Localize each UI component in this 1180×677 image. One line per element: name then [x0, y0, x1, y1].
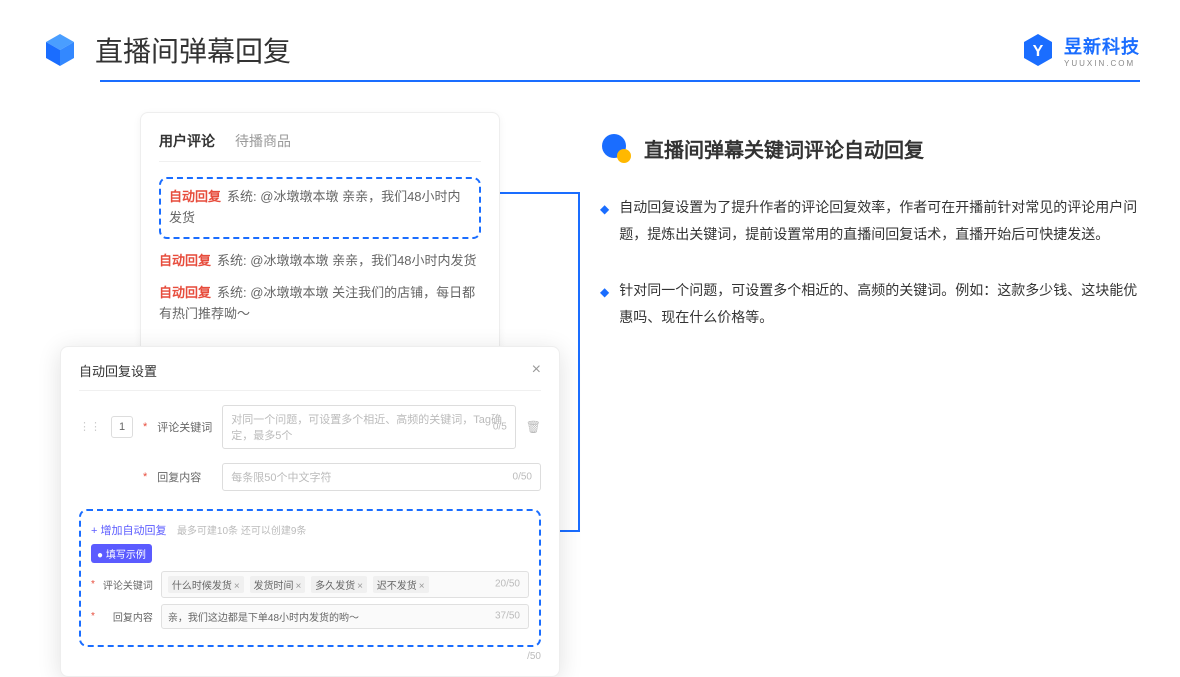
ex-content-label: 回复内容	[103, 609, 153, 624]
header-left: 直播间弹幕回复	[40, 30, 291, 70]
settings-title: 自动回复设置	[79, 361, 157, 380]
example-highlight-box: + 增加自动回复 最多可建10条 还可以创建9条 ● 填写示例 * 评论关键词 …	[79, 509, 541, 647]
ex-content-text: 亲，我们这边都是下单48小时内发货的哟～	[168, 613, 359, 624]
brand-logo: Y 昱新科技 YUUXIN.COM	[1020, 32, 1140, 68]
bullet-item: ◆ 针对同一个问题，可设置多个相近的、高频的关键词。例如：这款多少钱、这块能优惠…	[600, 277, 1140, 330]
tag-remove-icon[interactable]: ×	[296, 581, 302, 592]
auto-reply-badge: 自动回复	[159, 285, 211, 300]
required-mark: *	[143, 471, 147, 483]
tab-pending-goods[interactable]: 待播商品	[235, 131, 291, 151]
settings-header: 自动回复设置 ×	[79, 361, 541, 391]
content-input-wrap: 每条限50个中文字符 0/50	[222, 463, 541, 491]
content-row: * 回复内容 每条限50个中文字符 0/50	[79, 463, 541, 491]
required-mark: *	[91, 579, 95, 590]
keyword-row: ⋮⋮ 1 * 评论关键词 对同一个问题，可设置多个相近、高频的关键词，Tag确定…	[79, 405, 541, 449]
comment-item: 自动回复系统: @冰墩墩本墩 亲亲，我们48小时内发货	[169, 187, 471, 229]
auto-reply-badge: 自动回复	[169, 189, 221, 204]
keyword-tag: 迟不发货×	[373, 576, 429, 593]
bullet-item: ◆ 自动回复设置为了提升作者的评论回复效率，作者可在开播前针对常见的评论用户问题…	[600, 194, 1140, 247]
tag-remove-icon[interactable]: ×	[357, 581, 363, 592]
tag-remove-icon[interactable]: ×	[419, 581, 425, 592]
comment-item: 自动回复系统: @冰墩墩本墩 关注我们的店铺，每日都有热门推荐呦～	[159, 283, 481, 325]
bullet-text: 针对同一个问题，可设置多个相近的、高频的关键词。例如：这款多少钱、这块能优惠吗、…	[619, 277, 1140, 330]
comment-text: @冰墩墩本墩 亲亲，我们48小时内发货	[250, 253, 476, 268]
brand-icon: Y	[1020, 32, 1056, 68]
example-badge: ● 填写示例	[91, 544, 152, 563]
tag-remove-icon[interactable]: ×	[234, 581, 240, 592]
keyword-placeholder: 对同一个问题，可设置多个相近、高频的关键词，Tag确定，最多5个	[231, 414, 502, 442]
ex-keyword-label: 评论关键词	[103, 577, 153, 592]
content-label: 回复内容	[157, 469, 212, 485]
page-title: 直播间弹幕回复	[95, 30, 291, 70]
svg-text:Y: Y	[1033, 43, 1044, 60]
ex-content-input[interactable]: 亲，我们这边都是下单48小时内发货的哟～ 37/50	[161, 604, 529, 629]
auto-reply-settings-panel: 自动回复设置 × ⋮⋮ 1 * 评论关键词 对同一个问题，可设置多个相近、高频的…	[60, 346, 560, 677]
bullet-text: 自动回复设置为了提升作者的评论回复效率，作者可在开播前针对常见的评论用户问题，提…	[619, 194, 1140, 247]
cube-icon	[40, 30, 80, 70]
required-mark: *	[143, 421, 147, 433]
diamond-icon: ◆	[600, 194, 609, 247]
content-count: 0/50	[513, 471, 532, 482]
connector-line	[500, 192, 580, 194]
keyword-input-wrap: 对同一个问题，可设置多个相近、高频的关键词，Tag确定，最多5个 0/5	[222, 405, 515, 449]
trash-icon[interactable]: 🗑	[526, 420, 541, 434]
ex-ct-count: 37/50	[495, 611, 520, 622]
comment-item: 自动回复系统: @冰墩墩本墩 亲亲，我们48小时内发货	[159, 251, 481, 272]
comments-panel: 用户评论 待播商品 自动回复系统: @冰墩墩本墩 亲亲，我们48小时内发货 自动…	[140, 112, 500, 356]
outer-count: /50	[79, 651, 541, 662]
right-column: 直播间弹幕关键词评论自动回复 ◆ 自动回复设置为了提升作者的评论回复效率，作者可…	[600, 112, 1140, 677]
chat-bubble-icon	[600, 132, 632, 164]
keyword-tag: 发货时间×	[250, 576, 306, 593]
left-column: 用户评论 待播商品 自动回复系统: @冰墩墩本墩 亲亲，我们48小时内发货 自动…	[60, 112, 560, 677]
tab-user-comments[interactable]: 用户评论	[159, 131, 215, 151]
tabs: 用户评论 待播商品	[159, 131, 481, 162]
connector-line	[578, 192, 580, 532]
example-content-row: * 回复内容 亲，我们这边都是下单48小时内发货的哟～ 37/50	[91, 604, 529, 629]
drag-handle-icon[interactable]: ⋮⋮	[79, 420, 101, 433]
add-auto-reply-link[interactable]: + 增加自动回复	[91, 522, 166, 538]
keyword-tag: 多久发货×	[311, 576, 367, 593]
example-keyword-row: * 评论关键词 什么时候发货× 发货时间× 多久发货× 迟不发货× 20/50	[91, 571, 529, 598]
system-label: 系统:	[217, 285, 247, 300]
keyword-label: 评论关键词	[157, 419, 212, 435]
page-header: 直播间弹幕回复 Y 昱新科技 YUUXIN.COM	[0, 0, 1180, 80]
auto-reply-badge: 自动回复	[159, 253, 211, 268]
system-label: 系统:	[227, 189, 257, 204]
section-title: 直播间弹幕关键词评论自动回复	[644, 134, 924, 163]
main-content: 用户评论 待播商品 自动回复系统: @冰墩墩本墩 亲亲，我们48小时内发货 自动…	[0, 82, 1180, 677]
ex-kw-count: 20/50	[495, 579, 520, 590]
system-label: 系统:	[217, 253, 247, 268]
keyword-input[interactable]: 对同一个问题，可设置多个相近、高频的关键词，Tag确定，最多5个 0/5	[222, 405, 515, 449]
highlighted-comment: 自动回复系统: @冰墩墩本墩 亲亲，我们48小时内发货	[159, 177, 481, 239]
keyword-tag: 什么时候发货×	[168, 576, 244, 593]
required-mark: *	[91, 611, 95, 622]
add-hint: 最多可建10条 还可以创建9条	[177, 526, 306, 537]
content-input[interactable]: 每条限50个中文字符 0/50	[222, 463, 541, 491]
close-icon[interactable]: ×	[532, 361, 541, 379]
content-placeholder: 每条限50个中文字符	[231, 472, 331, 484]
brand-name: 昱新科技	[1064, 33, 1140, 59]
diamond-icon: ◆	[600, 277, 609, 330]
section-header: 直播间弹幕关键词评论自动回复	[600, 132, 1140, 164]
brand-sub: YUUXIN.COM	[1064, 59, 1140, 68]
row-index: 1	[111, 416, 133, 438]
ex-keyword-input[interactable]: 什么时候发货× 发货时间× 多久发货× 迟不发货× 20/50	[161, 571, 529, 598]
keyword-count: 0/5	[493, 421, 507, 432]
